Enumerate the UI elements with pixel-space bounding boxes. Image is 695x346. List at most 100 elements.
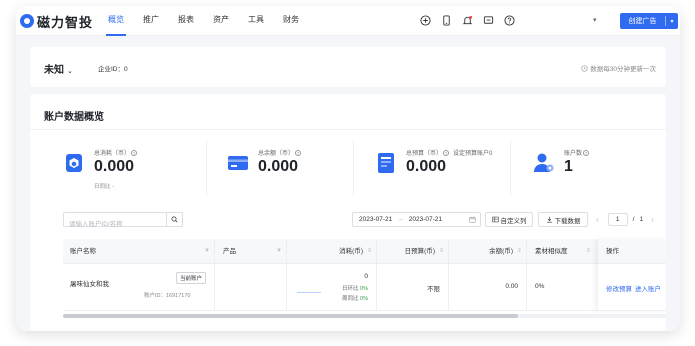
help-icon[interactable]: ?: [131, 150, 138, 156]
date-start[interactable]: 2023-07-21: [359, 216, 392, 223]
sort-icon[interactable]: ⇕: [367, 239, 372, 264]
nav-item-reports[interactable]: 报表: [178, 6, 194, 36]
column-header-label: 账户名称: [70, 248, 96, 255]
column-header-spend[interactable]: 消耗(币) ⇕: [287, 239, 377, 264]
next-page-button[interactable]: ›: [651, 215, 654, 224]
help-icon[interactable]: ?: [583, 150, 590, 156]
column-header-label: 日预算(币): [404, 248, 435, 255]
enterprise-id-label: 企业ID：: [98, 66, 124, 73]
bell-icon[interactable]: [461, 14, 474, 27]
overview-divider: [30, 129, 666, 130]
page-total: 1: [639, 216, 644, 223]
date-range-picker[interactable]: 2023-07-21 → 2023-07-21: [352, 212, 481, 227]
date-end[interactable]: 2023-07-21: [409, 216, 442, 223]
row-daily-budget: 不限: [427, 286, 440, 293]
refresh-note: 数据每30分钟更新一次: [581, 63, 656, 73]
prev-page-button[interactable]: ‹: [596, 215, 599, 224]
filter-icon[interactable]: ▼: [276, 239, 282, 264]
table-cell-product: [215, 264, 287, 311]
user-menu-caret[interactable]: ▾: [593, 16, 597, 24]
chevron-down-icon: ⌄: [67, 68, 73, 75]
nav-item-assets[interactable]: 资产: [213, 6, 229, 36]
stat-label: 账户数?: [564, 148, 590, 157]
scrollbar-thumb[interactable]: [63, 314, 518, 318]
row-account-id: 账户ID：16917170: [144, 293, 191, 299]
table-cell-spend: 0 日环比 0% 周同比 0%: [287, 264, 377, 311]
column-header-label: 消耗(币): [339, 248, 363, 255]
help-icon[interactable]: ?: [443, 150, 450, 156]
date-separator: →: [397, 216, 404, 223]
row-balance: 0.00: [505, 283, 518, 290]
enterprise-id: 企业ID：0: [98, 63, 128, 73]
search-input[interactable]: [64, 218, 167, 231]
row-account-name[interactable]: 屠味仙女和我: [70, 278, 109, 288]
top-navbar: 磁力智投 概览 推广 报表 资产 工具 财务 ▾ 创建广告 ▾: [16, 6, 680, 36]
nav-item-finance[interactable]: 财务: [283, 6, 299, 36]
stat-total-spend: 总消耗（币）? 0.000 日同比 -: [63, 148, 203, 190]
horizontal-scrollbar[interactable]: [63, 314, 666, 318]
sort-icon[interactable]: ⇕: [586, 239, 591, 264]
stat-label: 总消耗（币）?: [94, 148, 138, 157]
sticky-actions-shadow: [598, 239, 666, 311]
cube-icon: [66, 154, 82, 172]
phone-icon[interactable]: [440, 14, 453, 27]
stat-total-budget: 总预算（币）? 设定预算账户0 0.000: [375, 148, 525, 188]
stat-divider: [510, 140, 511, 196]
calendar-icon: [469, 216, 476, 223]
add-circle-icon[interactable]: [419, 14, 432, 27]
stat-sub: 日同比 -: [94, 184, 114, 190]
nav-item-tools[interactable]: 工具: [248, 6, 264, 36]
filter-icon[interactable]: ▼: [204, 239, 210, 264]
stat-label: 总余额（币）?: [258, 148, 302, 157]
create-ad-button[interactable]: 创建广告 ▾: [620, 13, 678, 29]
row-spend: 0: [364, 273, 368, 280]
stat-label-text: 总余额（币）: [258, 151, 295, 157]
logo[interactable]: 磁力智投: [20, 13, 94, 30]
row-day-compare-label: 日环比: [342, 286, 359, 292]
account-switcher[interactable]: 未知 ⌄: [44, 61, 73, 76]
column-header-label: 素材相似度: [535, 248, 568, 255]
table-cell-balance: 0.00: [449, 264, 527, 311]
overview-card: 账户数据概览 总消耗（币）? 0.000 日同比 - 总余额（币）? 0.000: [30, 94, 666, 331]
user-settings-icon: [534, 153, 554, 172]
sort-icon[interactable]: ⇕: [439, 239, 444, 264]
column-header-daily-budget[interactable]: 日预算(币) ⇕: [377, 239, 449, 264]
table-cell-account: 屠味仙女和我 当前账户 账户ID：16917170: [63, 264, 215, 311]
stat-label: 总预算（币）? 设定预算账户0: [406, 148, 492, 157]
stat-value: 0.000: [94, 158, 135, 175]
account-search: [63, 212, 183, 231]
account-bar: 未知 ⌄ 企业ID：0 数据每30分钟更新一次: [30, 47, 666, 87]
top-icon-group: [419, 14, 524, 27]
stat-value: 0.000: [406, 158, 447, 175]
nav-item-overview[interactable]: 概览: [106, 6, 126, 36]
columns-icon: [491, 216, 499, 223]
table-cell-similarity: 0%: [527, 264, 598, 311]
column-header-account-name[interactable]: 账户名称 ▼: [63, 239, 215, 264]
column-header-balance[interactable]: 余额(币) ⇕: [449, 239, 527, 264]
sort-icon[interactable]: ⇕: [517, 239, 522, 264]
custom-columns-label: 自定义列: [500, 217, 527, 225]
search-button[interactable]: [166, 213, 182, 226]
chevron-down-icon[interactable]: ▾: [666, 18, 678, 25]
download-button[interactable]: 下载数据: [538, 212, 588, 227]
wallet-card-icon: [228, 156, 248, 170]
message-icon[interactable]: [482, 14, 495, 27]
budget-account-count: 设定预算账户0: [453, 151, 493, 157]
help-icon[interactable]: [503, 14, 516, 27]
column-header-similarity[interactable]: 素材相似度 ⇕: [527, 239, 598, 264]
spend-sparkline: [297, 292, 321, 293]
logo-text: 磁力智投: [37, 14, 94, 30]
help-icon[interactable]: ?: [295, 150, 302, 156]
column-header-label: 余额(币): [489, 248, 513, 255]
stat-value: 1: [564, 158, 573, 175]
page-input[interactable]: 1: [607, 213, 628, 226]
row-day-compare: 日环比 0%: [342, 284, 368, 292]
column-header-product[interactable]: 产品 ▼: [215, 239, 287, 264]
row-week-compare-label: 周同比: [342, 296, 359, 302]
budget-doc-icon: [378, 153, 394, 173]
row-week-compare: 周同比 0%: [342, 294, 368, 302]
nav-item-promotion[interactable]: 推广: [143, 6, 159, 36]
refresh-text: 数据每30分钟更新一次: [590, 66, 656, 73]
account-name: 未知: [44, 65, 64, 76]
custom-columns-button[interactable]: 自定义列: [485, 212, 533, 227]
